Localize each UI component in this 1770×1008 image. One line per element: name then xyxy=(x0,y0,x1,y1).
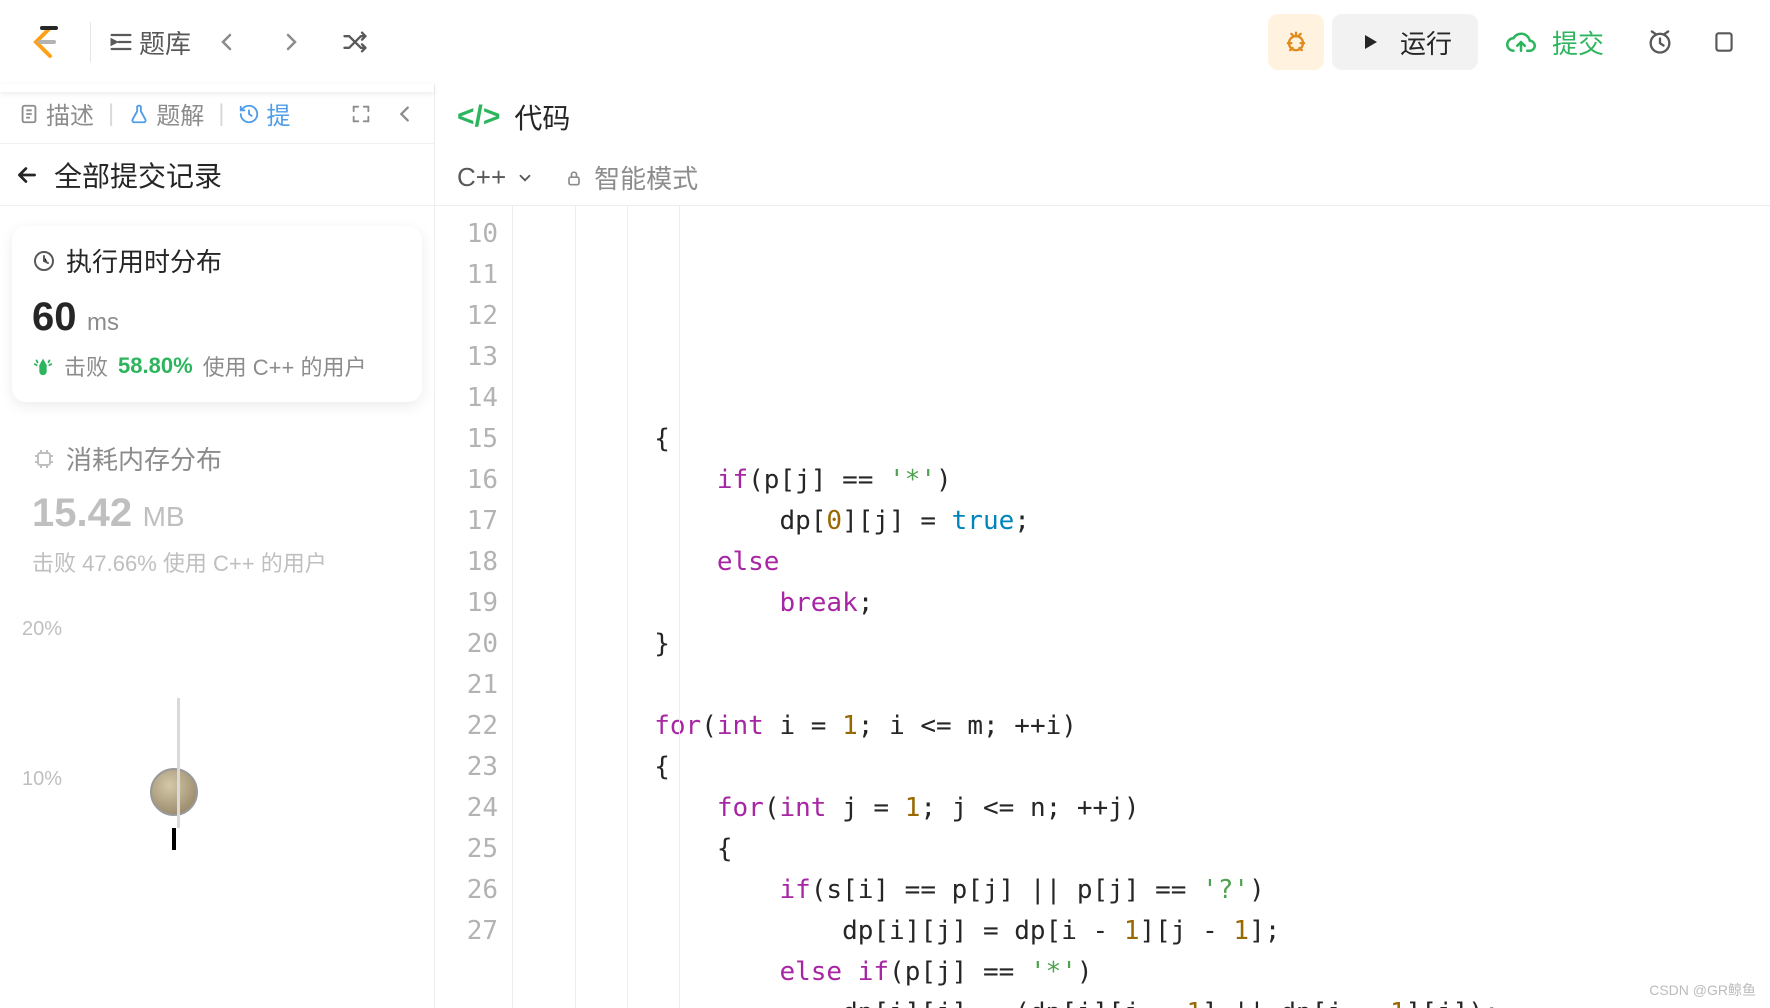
tab-solution[interactable]: 题解 xyxy=(120,96,212,131)
language-label: C++ xyxy=(457,162,506,193)
panel-tabs: 描述 | 题解 | 提 xyxy=(0,84,434,144)
timer-button[interactable] xyxy=(1632,14,1688,70)
random-problem-button[interactable] xyxy=(327,14,383,70)
chevron-down-icon xyxy=(516,169,534,187)
tab-desc-label: 描述 xyxy=(46,96,94,131)
alarm-clock-icon xyxy=(1646,28,1674,56)
mode-label: 智能模式 xyxy=(594,159,698,196)
list-indent-icon xyxy=(107,28,135,56)
lock-icon xyxy=(564,168,584,188)
memory-value: 15.42 xyxy=(32,491,132,535)
indent-guide xyxy=(679,206,680,1008)
runtime-title: 执行用时分布 xyxy=(32,242,402,279)
top-toolbar: 题库 运行 提交 xyxy=(0,0,1770,84)
chip-icon xyxy=(32,447,56,471)
expand-icon xyxy=(350,103,372,125)
run-button[interactable]: 运行 xyxy=(1332,14,1478,70)
line-number-gutter: 101112131415161718192021222324252627 xyxy=(435,206,513,1008)
clap-icon xyxy=(32,355,54,377)
distribution-chart: 20% 10% xyxy=(12,618,422,858)
logo-button[interactable] xyxy=(18,14,74,70)
prev-problem-button[interactable] xyxy=(199,14,255,70)
runtime-card: 执行用时分布 60 ms 击败 58.80% 使用 C++ 的用户 xyxy=(12,226,422,402)
memory-value-row: 15.42 MB xyxy=(32,491,402,536)
next-problem-button[interactable] xyxy=(263,14,319,70)
code-bracket-icon: </> xyxy=(457,100,500,134)
runtime-unit: ms xyxy=(87,309,119,336)
history-icon xyxy=(238,103,260,125)
flask-icon xyxy=(128,103,150,125)
notes-button[interactable] xyxy=(1696,14,1752,70)
main-content: 描述 | 题解 | 提 全部提交记录 xyxy=(0,84,1770,1008)
fullscreen-button[interactable] xyxy=(342,103,380,125)
tab-sub-label: 提 xyxy=(266,96,290,131)
run-label: 运行 xyxy=(1400,24,1452,61)
language-selector[interactable]: C++ xyxy=(457,162,534,193)
memory-block: 消耗内存分布 15.42 MB 击败 47.66% 使用 C++ 的用户 xyxy=(12,430,422,588)
debug-button[interactable] xyxy=(1268,14,1324,70)
separator xyxy=(90,22,91,62)
tab-separator: | xyxy=(218,100,224,128)
chart-bar xyxy=(177,698,180,828)
runtime-beat-pct: 58.80% xyxy=(118,353,193,379)
ytick-10: 10% xyxy=(22,768,62,791)
shuffle-icon xyxy=(341,28,369,56)
runtime-value: 60 xyxy=(32,295,77,339)
note-icon xyxy=(1711,29,1737,55)
runtime-value-row: 60 ms xyxy=(32,295,402,340)
tab-submissions[interactable]: 提 xyxy=(230,96,298,131)
chevron-left-icon xyxy=(215,30,239,54)
code-content[interactable]: { if(p[j] == '*') dp[0][j] = true; else … xyxy=(513,206,1770,1008)
toolbar-right-group: 运行 提交 xyxy=(1268,14,1752,70)
code-editor[interactable]: 101112131415161718192021222324252627 { i… xyxy=(435,206,1770,1008)
tab-description[interactable]: 描述 xyxy=(10,96,102,131)
chart-cursor xyxy=(172,828,176,850)
chevron-left-icon xyxy=(394,103,416,125)
problem-list-button[interactable]: 题库 xyxy=(107,14,191,70)
memory-beat-pct: 47.66% xyxy=(82,551,157,576)
right-panel: </> 代码 C++ 智能模式 101112131415161718192021… xyxy=(435,84,1770,1008)
leetcode-logo-icon xyxy=(28,24,64,60)
play-icon xyxy=(1358,30,1382,54)
user-avatar-marker[interactable] xyxy=(150,768,198,816)
left-panel: 描述 | 题解 | 提 全部提交记录 xyxy=(0,84,435,1008)
memory-unit: MB xyxy=(143,501,185,532)
chevron-right-icon xyxy=(279,30,303,54)
bug-icon xyxy=(1282,28,1310,56)
submit-button[interactable]: 提交 xyxy=(1486,14,1624,70)
memory-beats-line: 击败 47.66% 使用 C++ 的用户 xyxy=(32,546,402,578)
collapse-panel-button[interactable] xyxy=(386,103,424,125)
toolbar-left-group: 题库 xyxy=(18,14,383,70)
submissions-back-header[interactable]: 全部提交记录 xyxy=(0,144,434,206)
tab-separator: | xyxy=(108,100,114,128)
stats-scroll-area: 执行用时分布 60 ms 击败 58.80% 使用 C++ 的用户 消耗内存分布 xyxy=(0,206,434,1008)
editor-mode[interactable]: 智能模式 xyxy=(564,159,698,196)
code-header-label: 代码 xyxy=(514,97,570,137)
submit-label: 提交 xyxy=(1552,24,1604,61)
problems-label: 题库 xyxy=(139,24,191,61)
document-icon xyxy=(18,103,40,125)
language-bar: C++ 智能模式 xyxy=(435,150,1770,206)
watermark: CSDN @GR鲸鱼 xyxy=(1649,980,1756,1000)
memory-title: 消耗内存分布 xyxy=(32,440,402,477)
back-label: 全部提交记录 xyxy=(54,155,222,195)
cloud-upload-icon xyxy=(1506,27,1536,57)
code-header: </> 代码 xyxy=(435,84,1770,150)
tab-solution-label: 题解 xyxy=(156,96,204,131)
ytick-20: 20% xyxy=(22,618,62,641)
indent-guide xyxy=(575,206,576,1008)
arrow-left-icon xyxy=(14,162,40,188)
indent-guide xyxy=(627,206,628,1008)
clock-icon xyxy=(32,249,56,273)
runtime-beats-line: 击败 58.80% 使用 C++ 的用户 xyxy=(32,350,402,382)
